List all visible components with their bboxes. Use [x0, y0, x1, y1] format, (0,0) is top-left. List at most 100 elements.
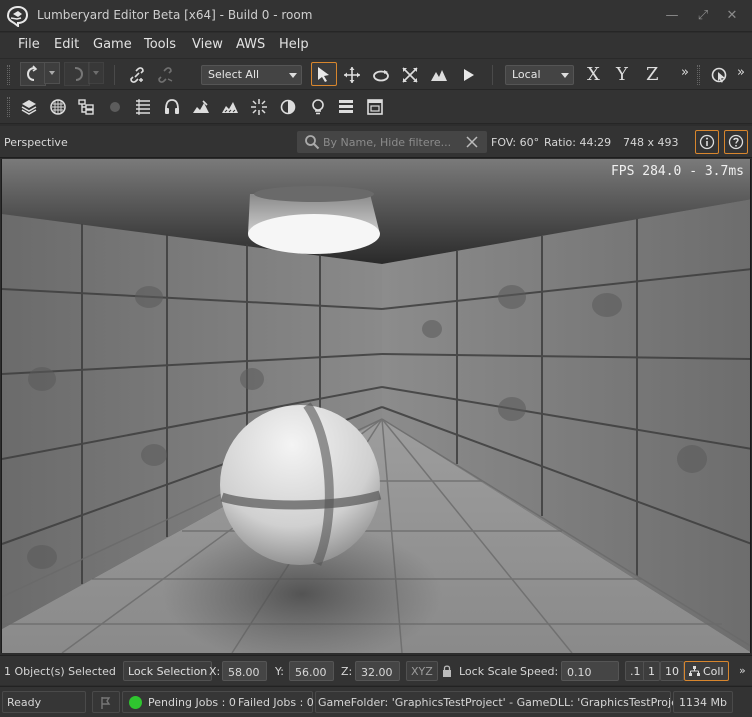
failed-jobs: Failed Jobs : 0 [238, 696, 314, 709]
jobs-panel[interactable]: Pending Jobs : 0 Failed Jobs : 0 [122, 691, 314, 713]
rotate-tool-button[interactable] [368, 63, 394, 87]
entity-outliner-button[interactable] [73, 95, 99, 119]
undo-button[interactable] [20, 62, 46, 86]
redo-button[interactable] [64, 62, 90, 86]
lock-scale-button[interactable]: Lock Scale [459, 665, 517, 678]
ui-editor-icon [367, 99, 383, 115]
editor-state: Ready [7, 696, 42, 709]
menu-tools[interactable]: Tools [144, 37, 176, 52]
snap-to-object-button[interactable] [706, 63, 732, 87]
perspective-viewport[interactable]: FPS 284.0 - 3.7ms [1, 159, 751, 653]
help-icon [728, 134, 744, 150]
title-bar: Lumberyard Editor Beta [x64] - Build 0 -… [0, 0, 752, 32]
track-view-button[interactable] [130, 95, 156, 119]
unlink-button[interactable] [152, 63, 178, 87]
toolbar-separator [114, 65, 115, 85]
lumberyard-logo-icon [6, 5, 29, 27]
coordinate-space-value: Local [512, 68, 541, 81]
terrain-snap-button[interactable] [426, 63, 452, 87]
speed-preset-10[interactable]: 10 [660, 661, 684, 681]
move-icon [344, 67, 360, 83]
fps-overlay: FPS 284.0 - 3.7ms [610, 164, 744, 179]
editors-toolbar [0, 90, 752, 124]
xyz-toggle-button[interactable]: XYZ [406, 661, 438, 681]
menu-edit[interactable]: Edit [54, 37, 79, 52]
constrain-y-button[interactable]: Y [616, 64, 628, 85]
search-icon [305, 135, 320, 150]
viewport-resolution[interactable]: 748 x 493 [623, 136, 679, 149]
selection-filter-value: Select All [208, 68, 260, 81]
status-overflow-button[interactable]: » [739, 664, 746, 677]
selection-filter-dropdown[interactable]: Select All [201, 65, 302, 85]
toolbar-grip[interactable] [697, 65, 700, 85]
console-button[interactable] [333, 95, 359, 119]
transform-status-bar: 1 Object(s) Selected Lock Selection X: Y… [0, 655, 752, 685]
play-game-button[interactable] [455, 63, 481, 87]
chevron-down-icon [289, 73, 297, 78]
collision-toggle-button[interactable]: Coll [684, 661, 729, 681]
undo-history-dropdown[interactable] [44, 62, 60, 84]
lighting-button[interactable] [102, 95, 128, 119]
menu-game[interactable]: Game [93, 37, 132, 52]
select-tool-button[interactable] [311, 62, 337, 86]
particle-editor-button[interactable] [246, 95, 272, 119]
connection-icon [101, 697, 111, 709]
menu-view[interactable]: View [192, 37, 223, 52]
scale-icon [402, 67, 418, 83]
viewport-camera-label[interactable]: Perspective [4, 136, 68, 149]
viewport-info-button[interactable] [695, 130, 719, 154]
redo-history-dropdown[interactable] [88, 62, 104, 84]
redo-icon [74, 67, 84, 81]
clear-search-icon[interactable] [466, 136, 478, 148]
constrain-z-button[interactable]: Z [646, 64, 659, 85]
menu-file[interactable]: File [18, 37, 40, 52]
toolbar-grip[interactable] [7, 97, 10, 117]
lock-icon [443, 665, 451, 677]
lock-selection-button[interactable]: Lock Selection [123, 661, 213, 681]
terrain-editor-button[interactable] [188, 95, 214, 119]
x-coordinate-input[interactable] [222, 661, 267, 681]
rotate-icon [373, 70, 389, 82]
hierarchy-icon [689, 666, 700, 676]
material-editor-button[interactable] [45, 95, 71, 119]
database-view-button[interactable] [305, 95, 331, 119]
undo-icon [26, 65, 38, 81]
audio-controls-button[interactable] [159, 95, 185, 119]
menu-aws[interactable]: AWS [236, 37, 265, 52]
terrain-texture-icon [222, 102, 238, 113]
close-button[interactable]: ✕ [722, 6, 742, 26]
connection-panel[interactable] [92, 691, 120, 713]
toolbar-overflow-button[interactable]: » [681, 65, 689, 80]
layers-button[interactable] [16, 95, 42, 119]
maximize-button[interactable]: ⤢ [693, 6, 713, 26]
footer-status-bar: Ready Pending Jobs : 0 Failed Jobs : 0 G… [0, 686, 752, 717]
speed-preset-1[interactable]: 1 [643, 661, 660, 681]
toolbar-grip[interactable] [7, 65, 10, 85]
y-coordinate-input[interactable] [289, 661, 334, 681]
info-icon [699, 134, 715, 150]
move-tool-button[interactable] [339, 63, 365, 87]
viewport-help-button[interactable] [724, 130, 748, 154]
speed-input[interactable] [561, 661, 619, 681]
time-of-day-button[interactable] [275, 95, 301, 119]
viewport-ratio: Ratio: 44:29 [544, 136, 612, 149]
ui-editor-button[interactable] [362, 95, 388, 119]
chevron-down-icon [561, 73, 569, 78]
menu-help[interactable]: Help [279, 37, 309, 52]
scale-tool-button[interactable] [397, 63, 423, 87]
coordinate-space-dropdown[interactable]: Local [505, 65, 574, 85]
toolbar-separator [492, 65, 493, 85]
memory-panel: 1134 Mb [673, 691, 733, 713]
minimize-button[interactable]: — [662, 6, 682, 26]
link-button[interactable] [124, 63, 150, 87]
toolbar-overflow-button[interactable]: » [737, 65, 745, 80]
speed-label: Speed: [520, 665, 559, 678]
constrain-x-button[interactable]: X [587, 64, 600, 85]
link-icon [130, 67, 144, 83]
terrain-icon [193, 100, 209, 113]
status-ok-icon [129, 696, 142, 709]
z-coordinate-input[interactable] [355, 661, 400, 681]
edit-toolbar: Select All Local X Y Z » » [0, 58, 752, 90]
viewport-search-input[interactable] [323, 133, 461, 151]
terrain-texture-button[interactable] [217, 95, 243, 119]
